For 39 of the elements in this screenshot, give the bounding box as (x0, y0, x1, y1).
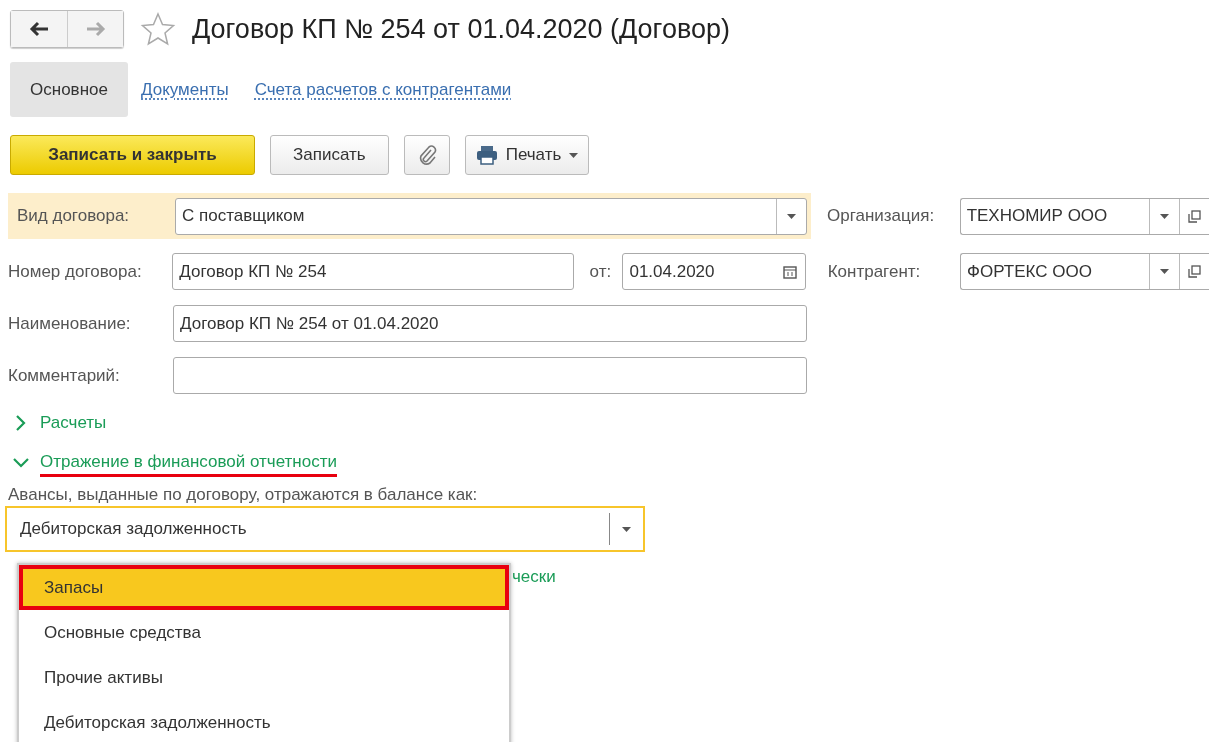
input-field[interactable]: ФОРТЕКС ООО (960, 253, 1209, 290)
input-field[interactable]: С поставщиком (175, 197, 807, 235)
save-button[interactable]: Записать (270, 135, 389, 175)
field-label: Комментарий: (8, 364, 121, 387)
dropdown-item[interactable]: Дебиторская задолженность (19, 700, 509, 742)
dropdown-item[interactable]: Запасы (19, 565, 509, 610)
star-icon[interactable] (140, 12, 176, 46)
dropdown-item[interactable]: Основные средства (19, 610, 509, 655)
input-field[interactable]: Договор КП № 254 (172, 253, 574, 290)
chevron-icon[interactable] (12, 457, 30, 469)
caret-icon (569, 152, 579, 158)
back-button[interactable] (11, 11, 67, 47)
save-and-close-button[interactable]: Записать и закрыть (10, 135, 255, 175)
select-field[interactable]: Дебиторская задолженность (5, 506, 645, 552)
field-label: Наименование: (8, 312, 132, 335)
print-button[interactable]: Печать (464, 135, 590, 175)
field-label: от: (589, 260, 613, 283)
input-field[interactable]: ТЕХНОМИР ООО (959, 197, 1209, 235)
input-field[interactable]: Договор КП № 254 от 01.04.2020 (173, 305, 807, 342)
right-arrow-icon (84, 20, 107, 38)
tab[interactable]: Документы (128, 62, 242, 117)
section-link[interactable]: чески (512, 564, 1209, 590)
printer-icon (475, 145, 498, 165)
field-label: Номер договора: (8, 260, 143, 283)
tab[interactable]: Основное (10, 62, 128, 117)
section-link[interactable]: Отражение в финансовой отчетности (40, 448, 337, 478)
input-field[interactable] (173, 357, 807, 394)
window-title: Договор КП № 254 от 01.04.2020 (Договор) (192, 12, 730, 46)
field-label: Контрагент: (827, 260, 922, 283)
dropdown-item[interactable]: Прочие активы (19, 655, 509, 700)
field-label: Авансы, выданные по договору, отражаются в балансе как: (8, 484, 479, 506)
left-arrow-icon (28, 20, 50, 38)
field-label: Вид договора: (17, 205, 131, 228)
print-label: Печать (505, 144, 562, 167)
section-link[interactable]: Расчеты (40, 410, 107, 436)
input-field[interactable]: 01.04.2020 (622, 253, 806, 290)
attach-button[interactable] (403, 135, 450, 175)
tab[interactable]: Счета расчетов с контрагентами (241, 62, 525, 117)
field-label: Организация: (826, 205, 936, 228)
